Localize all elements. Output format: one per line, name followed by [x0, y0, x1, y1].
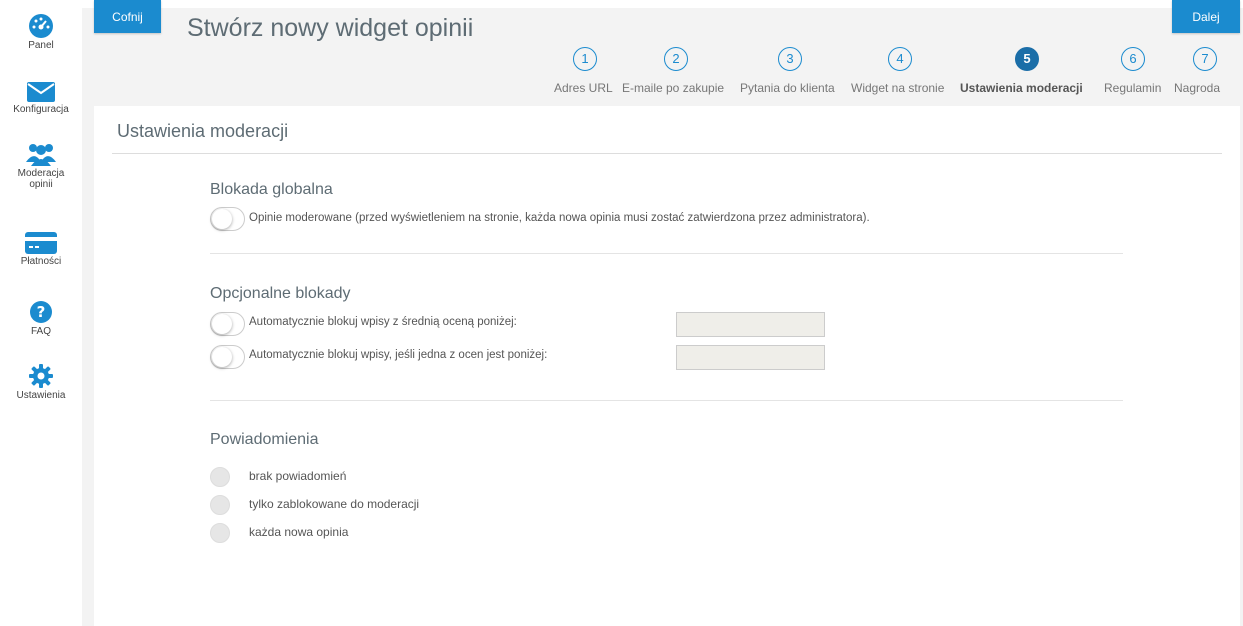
sidebar-item-panel[interactable]: Panel — [0, 14, 82, 51]
radio-every-review[interactable] — [210, 523, 230, 543]
step-2[interactable]: 2 — [663, 47, 689, 71]
step-5[interactable]: 5 — [1014, 47, 1040, 71]
section-title-notifications: Powiadomienia — [210, 431, 319, 448]
radio-blocked-only[interactable] — [210, 495, 230, 515]
top-strip — [82, 0, 1243, 8]
step-number: 4 — [888, 47, 912, 71]
divider — [112, 153, 1222, 154]
step-label-7[interactable]: Nagroda — [1174, 81, 1220, 95]
step-label-2[interactable]: E-maile po zakupie — [622, 81, 724, 95]
panel-title: Ustawienia moderacji — [117, 121, 289, 141]
step-label-6[interactable]: Regulamin — [1104, 81, 1161, 95]
step-4[interactable]: 4 — [887, 47, 913, 71]
sidebar-item-label: opinii — [29, 179, 53, 190]
any-rating-input[interactable] — [676, 345, 825, 370]
step-number: 7 — [1193, 47, 1217, 71]
gear-icon — [29, 364, 53, 388]
step-number: 6 — [1121, 47, 1145, 71]
section-title-optional: Opcjonalne blokady — [210, 285, 351, 302]
sidebar-item-label: Panel — [28, 40, 54, 51]
sidebar-item-label: Moderacja — [17, 168, 65, 179]
credit-card-icon — [25, 232, 57, 254]
sidebar-item-label: FAQ — [30, 326, 51, 337]
step-label-5[interactable]: Ustawienia moderacji — [960, 81, 1083, 95]
step-number: 1 — [573, 47, 597, 71]
sidebar-item-label: Konfiguracja — [13, 104, 69, 115]
back-button[interactable]: Cofnij — [94, 0, 161, 33]
step-6[interactable]: 6 — [1120, 47, 1146, 71]
question-icon: ? — [30, 301, 52, 323]
step-label-1[interactable]: Adres URL — [554, 81, 613, 95]
dashboard-icon — [29, 14, 53, 38]
step-number: 5 — [1015, 47, 1039, 71]
radio-label: każda nowa opinia — [249, 525, 349, 539]
moderated-toggle[interactable] — [210, 207, 245, 231]
radio-label: brak powiadomień — [249, 469, 347, 483]
sidebar: Panel Konfiguracja Moderacja opinii Płat… — [0, 0, 82, 626]
envelope-icon — [27, 82, 55, 102]
avg-rating-label: Automatycznie blokuj wpisy z średnią oce… — [249, 316, 517, 328]
sidebar-item-faq[interactable]: ? FAQ — [0, 300, 82, 337]
radio-no-notifications[interactable] — [210, 467, 230, 487]
users-icon — [26, 144, 56, 166]
radio-label: tylko zablokowane do moderacji — [249, 497, 420, 511]
any-rating-toggle[interactable] — [210, 345, 245, 369]
divider — [210, 400, 1123, 401]
divider — [210, 253, 1123, 254]
sidebar-item-moderacja-opinii[interactable]: Moderacja opinii — [0, 142, 82, 190]
next-button[interactable]: Dalej — [1172, 0, 1240, 33]
sidebar-item-platnosci[interactable]: Płatności — [0, 232, 82, 267]
sidebar-item-konfiguracja[interactable]: Konfiguracja — [0, 82, 82, 115]
step-1[interactable]: 1 — [572, 47, 598, 71]
svg-text:?: ? — [37, 303, 46, 321]
step-3[interactable]: 3 — [777, 47, 803, 71]
avg-rating-toggle[interactable] — [210, 312, 245, 336]
moderated-label: Opinie moderowane (przed wyświetleniem n… — [249, 212, 870, 224]
step-label-3[interactable]: Pytania do klienta — [740, 81, 835, 95]
section-title-global: Blokada globalna — [210, 181, 333, 198]
page-title: Stwórz nowy widget opinii — [187, 14, 474, 42]
step-label-4[interactable]: Widget na stronie — [851, 81, 944, 95]
step-7[interactable]: 7 — [1192, 47, 1218, 71]
step-number: 3 — [778, 47, 802, 71]
avg-rating-input[interactable] — [676, 312, 825, 337]
sidebar-item-label: Płatności — [20, 256, 62, 267]
sidebar-item-ustawienia[interactable]: Ustawienia — [0, 364, 82, 401]
step-number: 2 — [664, 47, 688, 71]
sidebar-item-label: Ustawienia — [16, 390, 66, 401]
any-rating-label: Automatycznie blokuj wpisy, jeśli jedna … — [249, 349, 548, 361]
